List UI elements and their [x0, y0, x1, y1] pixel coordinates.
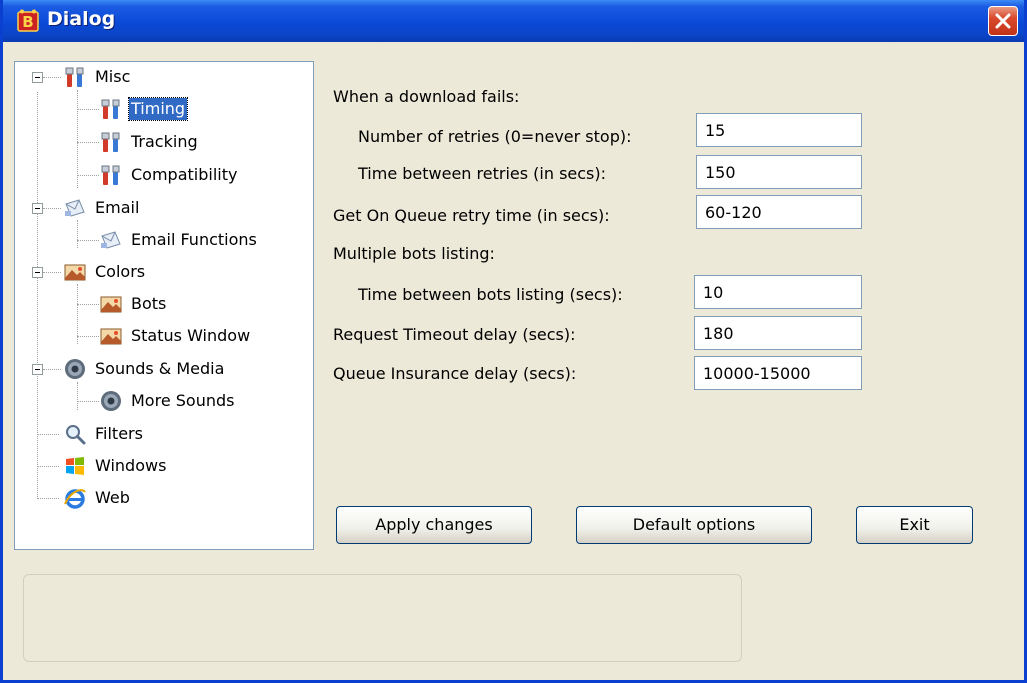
tree-item-label: Status Window [131, 326, 251, 345]
tree-line [77, 142, 99, 143]
tree-item-label: Filters [95, 424, 143, 443]
tree-item-label: Windows [95, 456, 167, 475]
close-button[interactable] [988, 6, 1018, 36]
collapse-toggle-email[interactable] [32, 203, 43, 214]
tree-line [77, 382, 78, 410]
tree-item-label: Email [95, 198, 140, 217]
tree-line [77, 401, 99, 402]
tree-line [37, 434, 59, 435]
queue-retry-field[interactable] [696, 195, 862, 229]
colors-icon [100, 296, 122, 313]
tree-item-more-sounds[interactable]: More Sounds [99, 387, 236, 415]
tree-line [43, 369, 61, 370]
queue-insurance-label: Queue Insurance delay (secs): [333, 364, 577, 383]
tree-item-sounds-media[interactable]: Sounds & Media [63, 355, 226, 383]
retries-label: Number of retries (0=never stop): [358, 127, 632, 146]
apply-changes-button[interactable]: Apply changes [336, 506, 532, 544]
status-area [23, 574, 742, 662]
tree-item-status-window[interactable]: Status Window [99, 322, 252, 350]
tree-item-label: Sounds & Media [95, 359, 225, 378]
tree-item-windows[interactable]: Windows [63, 452, 168, 480]
download-fails-heading: When a download fails: [333, 87, 520, 106]
tree-item-misc[interactable]: Misc [63, 63, 132, 91]
app-icon: B [17, 9, 39, 32]
tree-item-label: Colors [95, 262, 146, 281]
dialog-window: B Dialog Misc Timing Tracking Compatibil… [0, 0, 1027, 683]
tree-line [77, 90, 78, 188]
queue-insurance-field[interactable] [694, 356, 862, 390]
tree-item-label: More Sounds [131, 391, 235, 410]
retry-interval-label: Time between retries (in secs): [358, 164, 607, 183]
retries-field[interactable] [696, 113, 862, 147]
tree-line [37, 466, 59, 467]
collapse-toggle-sounds[interactable] [32, 364, 43, 375]
title-bar[interactable]: B Dialog [3, 0, 1024, 42]
tree-item-tracking[interactable]: Tracking [99, 128, 200, 156]
bots-interval-label: Time between bots listing (secs): [358, 285, 623, 304]
svg-text:B: B [22, 13, 33, 31]
magnifier-icon [66, 425, 86, 445]
tree-item-email[interactable]: Email [63, 194, 141, 222]
tree-line [43, 77, 61, 78]
bots-interval-field[interactable] [694, 275, 862, 309]
tree-item-label: Compatibility [131, 165, 238, 184]
email-icon [65, 199, 85, 217]
default-options-button[interactable]: Default options [576, 506, 812, 544]
tree-line [77, 284, 78, 344]
internet-explorer-icon [64, 489, 86, 509]
tools-icon [101, 165, 120, 185]
tree-item-filters[interactable]: Filters [63, 420, 145, 448]
request-timeout-field[interactable] [694, 316, 862, 350]
email-icon [101, 231, 121, 249]
tree-item-label: Tracking [131, 132, 198, 151]
request-timeout-label: Request Timeout delay (secs): [333, 325, 576, 344]
tree-line [43, 272, 61, 273]
tree-item-label: Misc [95, 67, 131, 86]
windows-logo-icon [66, 457, 84, 475]
tree-line [77, 109, 99, 110]
tools-icon [101, 99, 120, 119]
tree-item-bots[interactable]: Bots [99, 290, 168, 318]
close-icon [995, 13, 1011, 29]
collapse-toggle-colors[interactable] [32, 267, 43, 278]
tree-line [37, 92, 38, 497]
retry-interval-field[interactable] [696, 155, 862, 189]
tree-item-email-functions[interactable]: Email Functions [99, 226, 259, 254]
tools-icon [101, 132, 120, 152]
tree-line [77, 336, 99, 337]
colors-icon [64, 264, 86, 281]
tree-item-label: Bots [131, 294, 167, 313]
tree-line [43, 208, 61, 209]
tree-item-label: Timing [127, 97, 189, 121]
tools-icon [65, 67, 84, 87]
window-title: Dialog [47, 8, 116, 30]
speaker-icon [101, 391, 121, 411]
tree-line [77, 304, 99, 305]
tree-item-compatibility[interactable]: Compatibility [99, 161, 239, 189]
queue-retry-label: Get On Queue retry time (in secs): [333, 206, 610, 225]
exit-button[interactable]: Exit [856, 506, 973, 544]
tree-item-label: Email Functions [131, 230, 257, 249]
tree-line [37, 498, 59, 499]
speaker-icon [65, 359, 85, 379]
tree-line [77, 240, 99, 241]
tree-line [77, 220, 78, 248]
settings-category-tree[interactable]: Misc Timing Tracking Compatibility Email… [14, 61, 314, 550]
tree-line [77, 175, 99, 176]
tree-item-colors[interactable]: Colors [63, 258, 147, 286]
colors-icon [100, 328, 122, 345]
collapse-toggle-misc[interactable] [32, 72, 43, 83]
tree-item-timing[interactable]: Timing [99, 95, 189, 123]
bots-listing-heading: Multiple bots listing: [333, 244, 495, 263]
tree-item-label: Web [95, 488, 130, 507]
tree-item-web[interactable]: Web [63, 484, 132, 512]
